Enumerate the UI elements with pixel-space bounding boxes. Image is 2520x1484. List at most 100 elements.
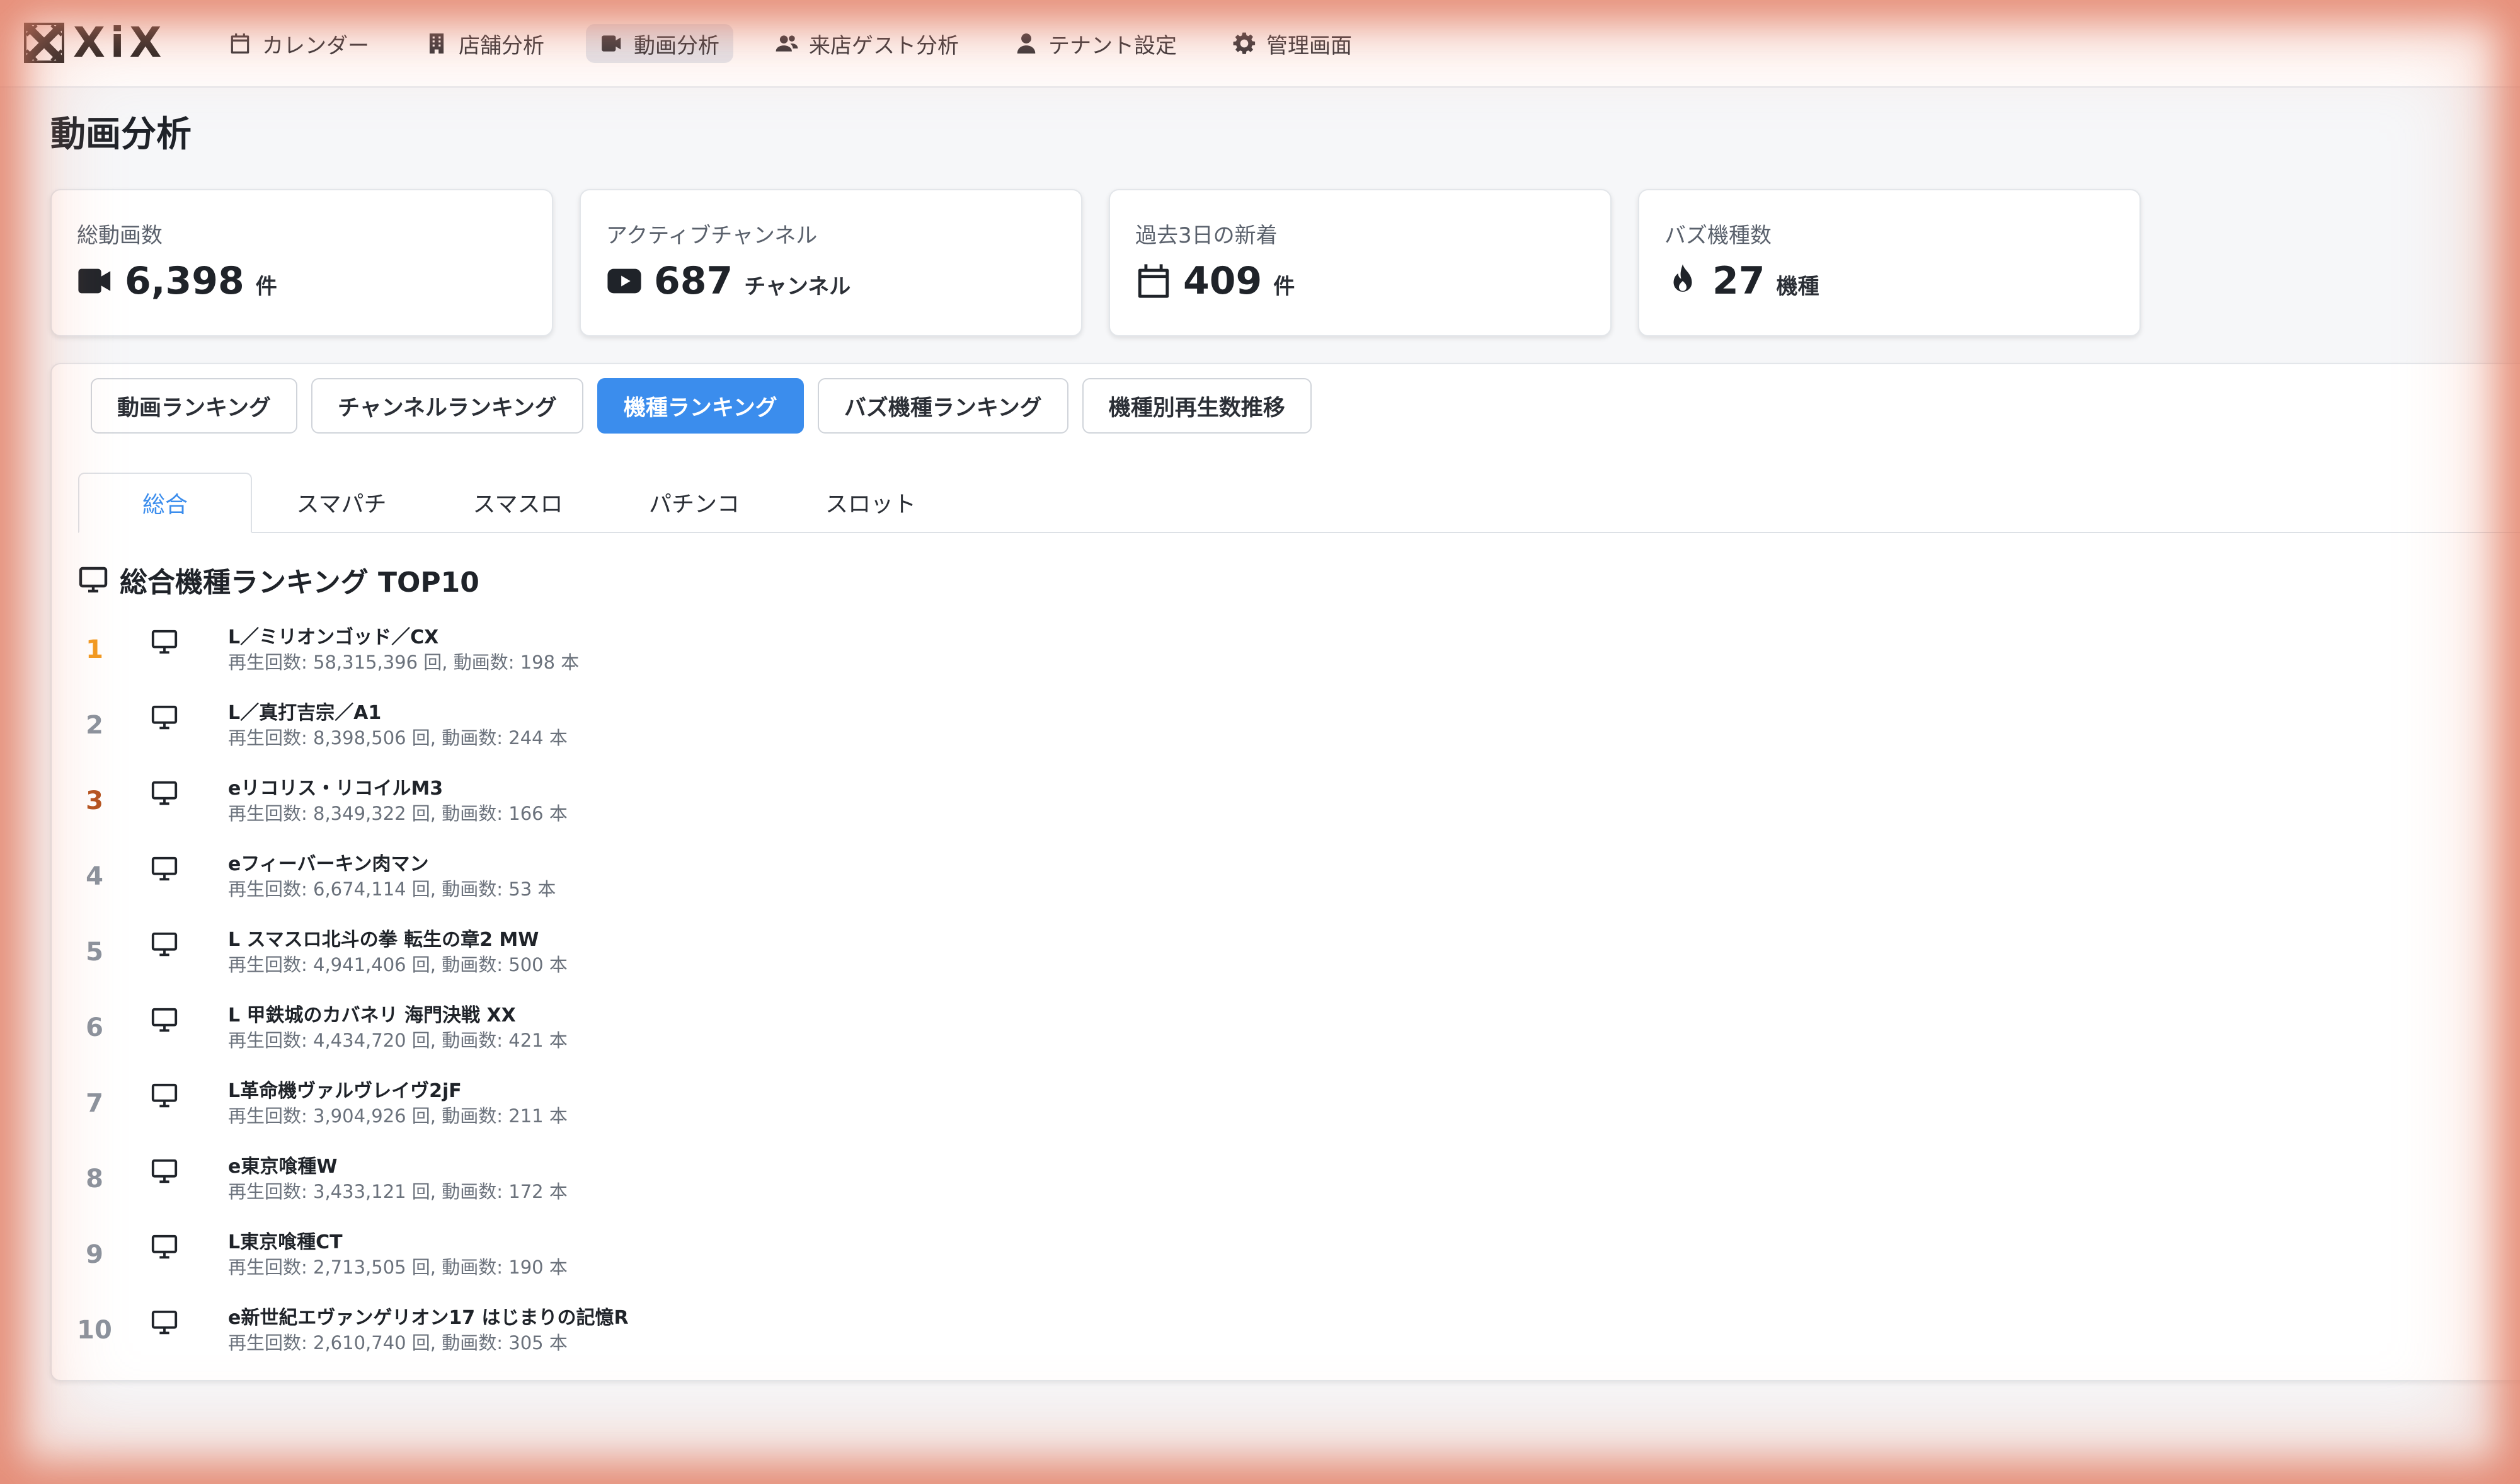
stat-value: 687 [654, 259, 733, 303]
tab-category-smart-pachinko[interactable]: スマパチ [255, 473, 428, 532]
list-item[interactable]: 4 eフィーバーキン肉マン 再生回数: 6,674,114 回, 動画数: 53… [52, 843, 1312, 919]
stat-unit: 件 [1273, 274, 1295, 299]
machine-stats: 再生回数: 4,941,406 回, 動画数: 500 本 [228, 950, 568, 977]
views-unit: 回, [406, 954, 442, 975]
nav-item-calendar[interactable]: カレンダー [214, 24, 383, 63]
monitor-icon [151, 630, 178, 654]
videos-prefix: 動画数: [442, 1105, 509, 1127]
tab-category-overall[interactable]: 総合 [78, 473, 252, 533]
machine-stats: 再生回数: 2,610,740 回, 動画数: 305 本 [228, 1328, 568, 1355]
tab-buzz-machine-ranking[interactable]: バズ機種ランキング [817, 378, 1068, 434]
tab-category-smart-slot[interactable]: スマスロ [431, 473, 605, 532]
rank-number: 8 [86, 1165, 103, 1194]
views-prefix: 再生回数: [228, 1105, 313, 1127]
nav-item-store-analysis[interactable]: 店舗分析 [411, 24, 558, 63]
app-logo[interactable]: XiX [24, 21, 166, 64]
section-title-text: 総合機種ランキング TOP10 [120, 567, 479, 599]
nav-item-guest-analysis[interactable]: 来店ゲスト分析 [761, 24, 973, 63]
nav-label: 来店ゲスト分析 [809, 33, 959, 59]
top-nav-bar: XiX カレンダー 店舗分析 動画分析 来店ゲスト分析 テナント設定 管理画面 [0, 0, 2520, 88]
stat-unit: 件 [255, 274, 277, 299]
videos-value: 305 [508, 1332, 544, 1354]
logo-mark-icon [24, 23, 64, 63]
monitor-icon [151, 1159, 178, 1183]
videos-value: 190 [508, 1257, 544, 1278]
rank-number: 5 [86, 938, 103, 967]
views-prefix: 再生回数: [228, 1257, 313, 1278]
list-item[interactable]: 5 L スマスロ北斗の拳 転生の章2 MW 再生回数: 4,941,406 回,… [52, 919, 1312, 994]
nav-item-tenant-settings[interactable]: テナント設定 [1000, 24, 1191, 63]
monitor-icon [151, 1234, 178, 1259]
page-title: 動画分析 [50, 114, 192, 155]
stat-unit: チャンネル [744, 274, 851, 299]
tab-video-ranking[interactable]: 動画ランキング [91, 378, 297, 434]
views-value: 6,674,114 [313, 878, 406, 900]
views-unit: 回, [418, 652, 454, 673]
list-item[interactable]: 1 L／ミリオンゴッド／CX 再生回数: 58,315,396 回, 動画数: … [52, 616, 1312, 692]
stat-label: アクティブチャンネル [606, 223, 818, 248]
videos-value: 421 [508, 1030, 544, 1051]
machine-name: e新世紀エヴァンゲリオン17 はじまりの記憶R [228, 1307, 629, 1329]
videos-unit: 本 [543, 803, 568, 824]
nav-label: 店舗分析 [459, 33, 544, 59]
youtube-icon [607, 268, 641, 294]
views-value: 58,315,396 [313, 652, 418, 673]
videos-unit: 本 [532, 878, 556, 900]
views-unit: 回, [406, 1105, 442, 1127]
building-icon [429, 33, 444, 54]
nav-item-video-analysis[interactable]: 動画分析 [586, 24, 733, 63]
views-unit: 回, [406, 1181, 442, 1202]
stat-value-row: 687 チャンネル [606, 262, 850, 300]
views-prefix: 再生回数: [228, 1030, 313, 1051]
videos-value: 166 [508, 803, 544, 824]
machine-stats: 再生回数: 8,349,322 回, 動画数: 166 本 [228, 799, 568, 825]
videos-unit: 本 [543, 1030, 568, 1051]
list-item[interactable]: 8 e東京喰種W 再生回数: 3,433,121 回, 動画数: 172 本 [52, 1146, 1312, 1221]
machine-ranking-list: 1 L／ミリオンゴッド／CX 再生回数: 58,315,396 回, 動画数: … [52, 616, 1312, 1372]
fire-icon [1673, 264, 1692, 292]
list-item[interactable]: 7 L革命機ヴァルヴレイヴ2jF 再生回数: 3,904,926 回, 動画数:… [52, 1070, 1312, 1146]
views-value: 8,349,322 [313, 803, 406, 824]
videos-unit: 本 [543, 727, 568, 749]
views-unit: 回, [406, 1030, 442, 1051]
tab-category-slot[interactable]: スロット [784, 473, 958, 532]
tab-machine-ranking[interactable]: 機種ランキング [597, 378, 804, 434]
list-item[interactable]: 3 eリコリス・リコイルM3 再生回数: 8,349,322 回, 動画数: 1… [52, 768, 1312, 843]
monitor-icon [79, 567, 108, 593]
stat-label: 総動画数 [77, 223, 163, 248]
rank-number: 6 [86, 1013, 103, 1042]
videos-unit: 本 [543, 1105, 568, 1127]
machine-stats: 再生回数: 8,398,506 回, 動画数: 244 本 [228, 723, 568, 750]
stat-label: 過去3日の新着 [1135, 223, 1278, 248]
monitor-icon [151, 1083, 178, 1108]
stat-label: バズ機種数 [1664, 223, 1772, 248]
videos-value: 53 [508, 878, 532, 900]
list-item[interactable]: 9 L東京喰種CT 再生回数: 2,713,505 回, 動画数: 190 本 [52, 1221, 1312, 1297]
nav-item-admin[interactable]: 管理画面 [1218, 24, 1366, 63]
stat-card-new-3days: 過去3日の新着 409 件 [1109, 189, 1612, 336]
views-unit: 回, [406, 1257, 442, 1278]
views-prefix: 再生回数: [228, 878, 313, 900]
videos-unit: 本 [543, 1257, 568, 1278]
machine-name: eフィーバーキン肉マン [228, 853, 429, 875]
tab-channel-ranking[interactable]: チャンネルランキング [311, 378, 583, 434]
rank-number: 9 [86, 1240, 103, 1269]
list-item[interactable]: 6 L 甲鉄城のカバネリ 海門決戦 XX 再生回数: 4,434,720 回, … [52, 994, 1312, 1070]
list-item[interactable]: 2 L／真打吉宗／A1 再生回数: 8,398,506 回, 動画数: 244 … [52, 692, 1312, 768]
videos-value: 244 [508, 727, 544, 749]
rank-number: 4 [86, 862, 103, 891]
tab-views-trend-by-machine[interactable]: 機種別再生数推移 [1082, 378, 1312, 434]
rank-number: 2 [86, 711, 103, 740]
machine-name: L／ミリオンゴッド／CX [228, 626, 439, 648]
videos-prefix: 動画数: [442, 954, 509, 975]
gear-icon [1233, 32, 1256, 54]
monitor-icon [151, 1310, 178, 1335]
list-item[interactable]: 10 e新世紀エヴァンゲリオン17 はじまりの記憶R 再生回数: 2,610,7… [52, 1297, 1312, 1372]
monitor-icon [151, 705, 178, 730]
tab-category-pachinko[interactable]: パチンコ [607, 473, 781, 532]
videos-prefix: 動画数: [442, 1332, 509, 1354]
views-unit: 回, [406, 878, 442, 900]
videos-unit: 本 [543, 1181, 568, 1202]
nav-label: 管理画面 [1266, 33, 1352, 59]
videos-value: 211 [508, 1105, 544, 1127]
